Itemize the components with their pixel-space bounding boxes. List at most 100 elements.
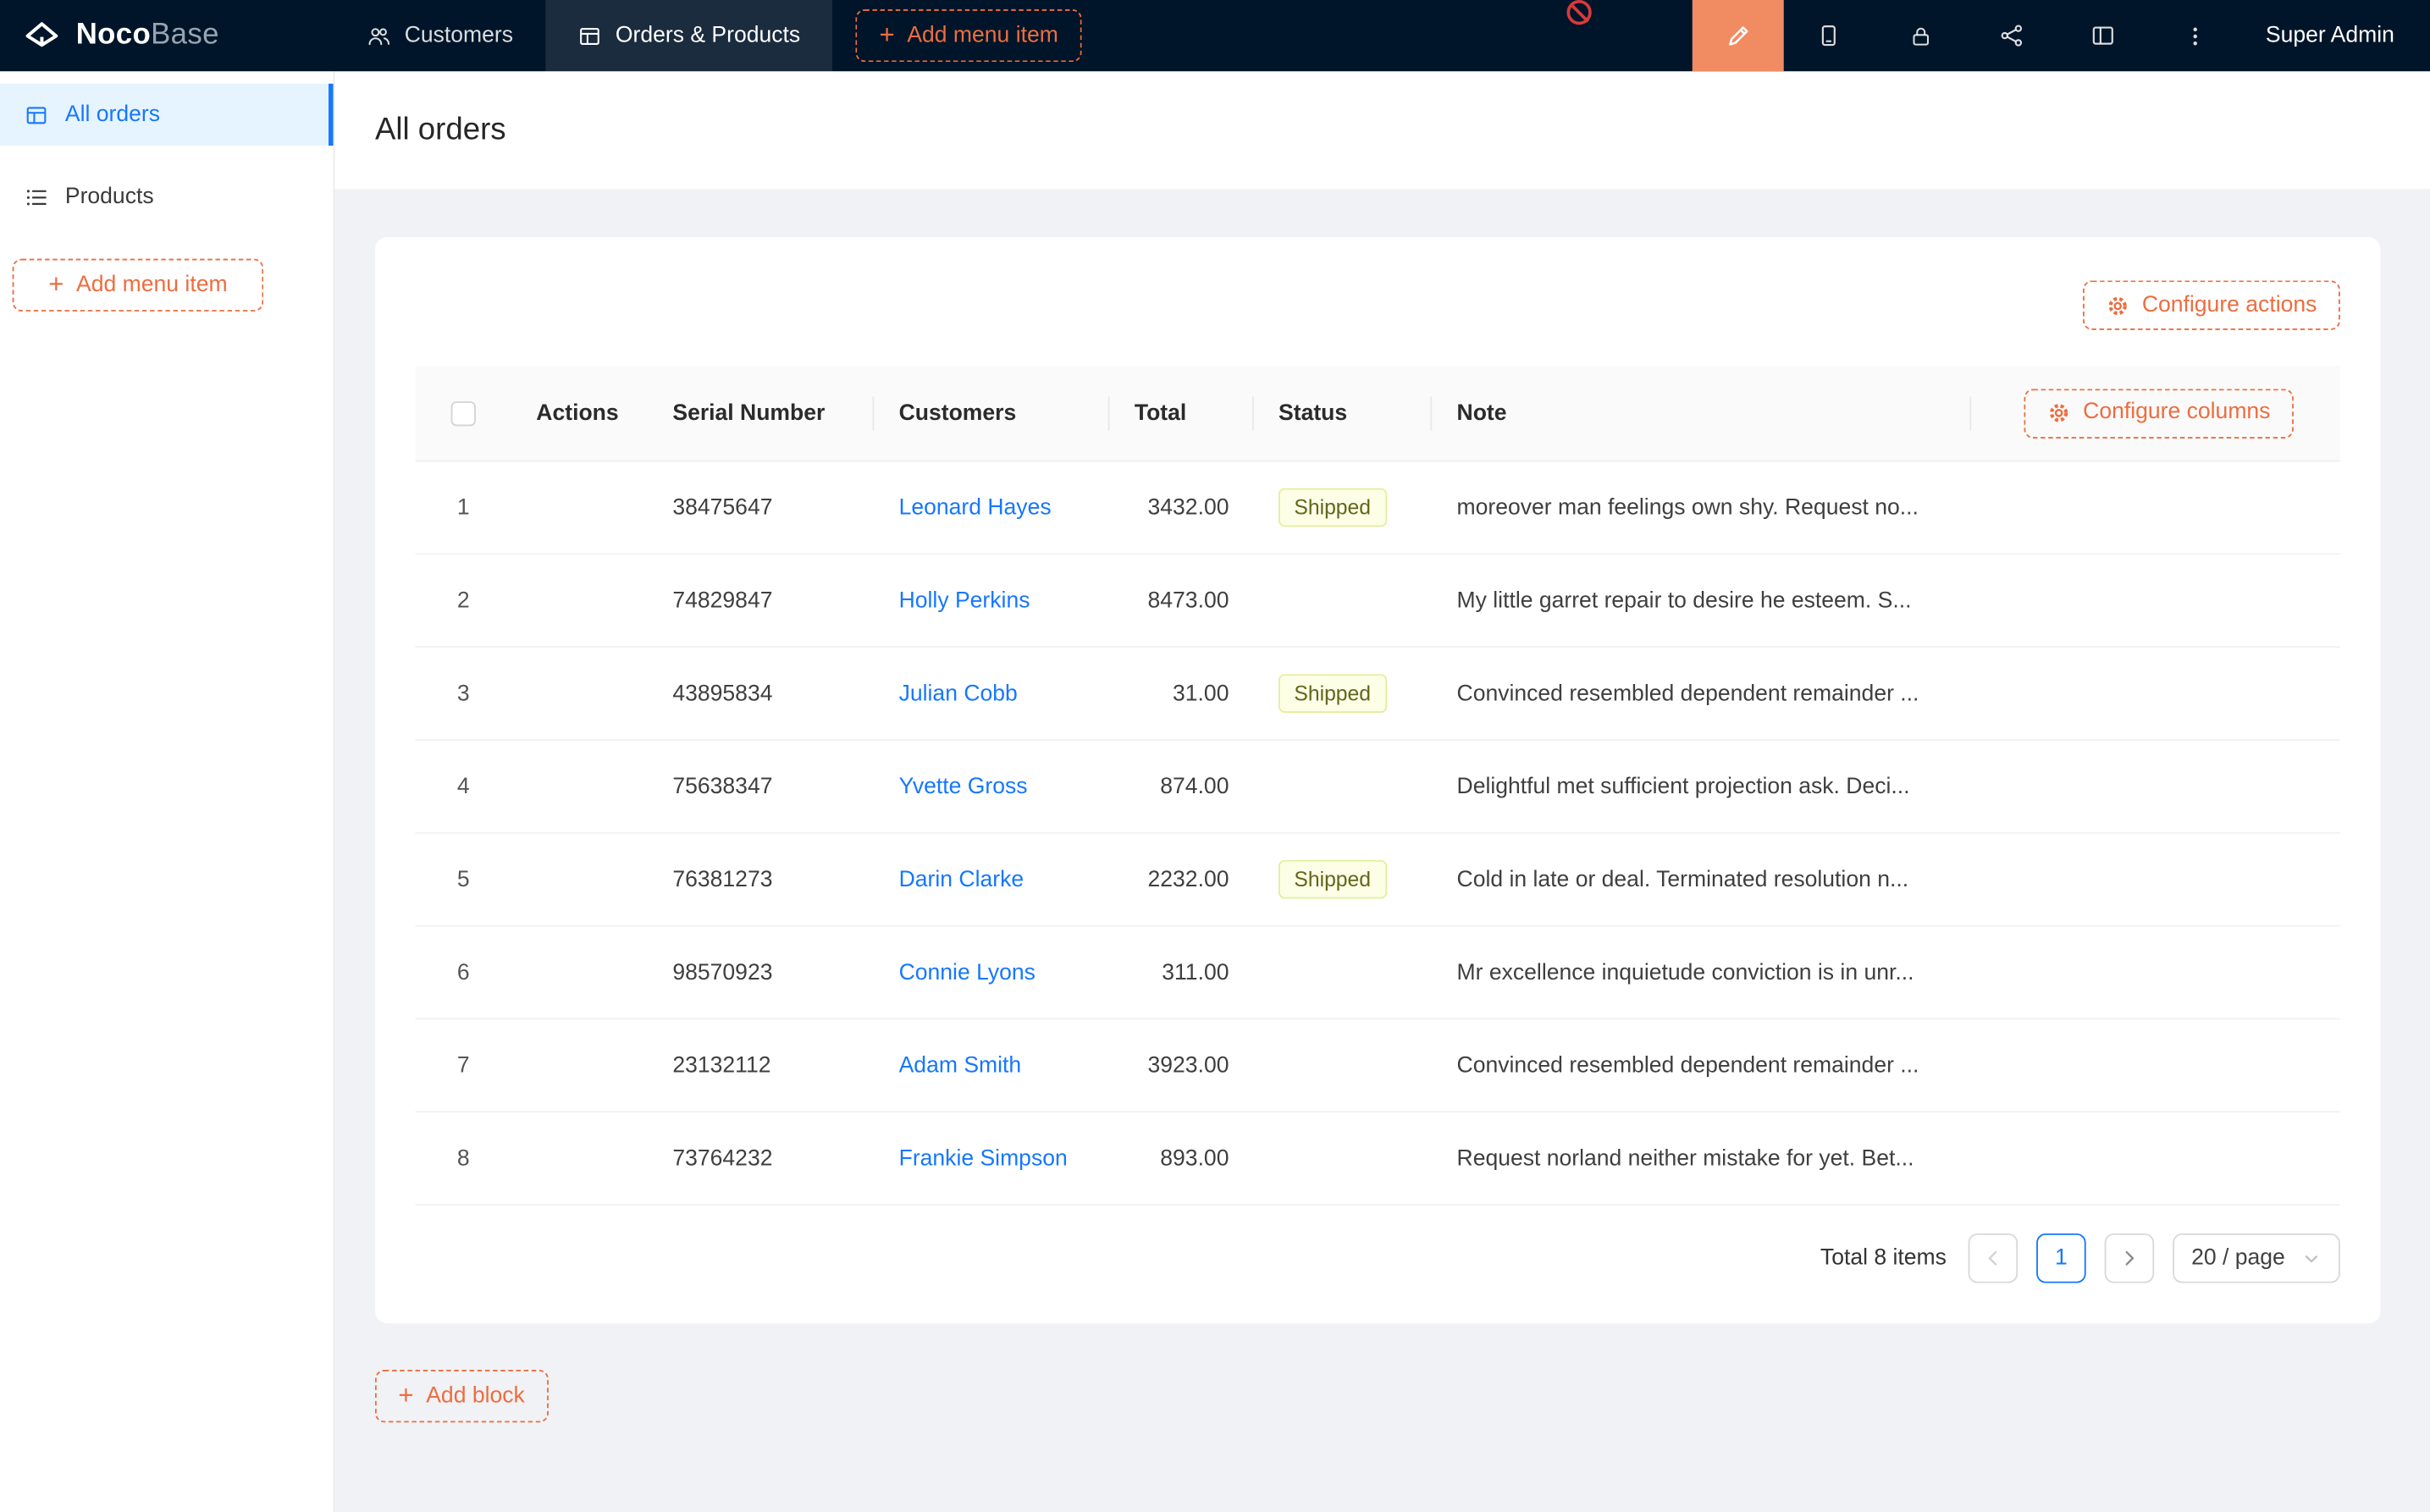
sidebar-menu: All orders Products + Add menu item xyxy=(0,71,334,312)
nocobase-logo[interactable]: NocoBase xyxy=(0,0,334,71)
customer-cell: Julian Cobb xyxy=(874,681,1109,705)
total-cell: 874.00 xyxy=(1110,774,1254,798)
total-value: 8473.00 xyxy=(1148,588,1229,613)
column-header-customers: Customers xyxy=(874,400,1109,425)
user-menu[interactable]: Super Admin xyxy=(2241,0,2430,71)
select-all-cell xyxy=(416,400,511,425)
plus-icon: + xyxy=(880,21,895,47)
layout-button[interactable] xyxy=(2058,0,2150,71)
status-cell: Shipped xyxy=(1254,674,1432,713)
mobile-preview-button[interactable] xyxy=(1784,0,1875,71)
serial-number-cell: 23132112 xyxy=(648,1053,874,1078)
add-menu-item-label: Add menu item xyxy=(907,25,1058,47)
sidebar-item-label: Products xyxy=(65,185,154,209)
serial-number: 38475647 xyxy=(672,495,772,520)
row-index: 7 xyxy=(457,1053,470,1078)
note-cell: Convinced resembled dependent remainder … xyxy=(1432,681,1971,705)
customer-link[interactable]: Yvette Gross xyxy=(899,774,1028,798)
row-index: 6 xyxy=(457,960,470,985)
row-index: 4 xyxy=(457,774,470,798)
total-cell: 3432.00 xyxy=(1110,495,1254,520)
prev-page-button[interactable] xyxy=(1969,1233,2019,1283)
customer-link[interactable]: Darin Clarke xyxy=(899,867,1024,891)
customer-link[interactable]: Leonard Hayes xyxy=(899,495,1052,520)
select-all-checkbox[interactable] xyxy=(451,400,476,425)
nav-item-label: Orders & Products xyxy=(616,23,800,47)
customer-cell: Adam Smith xyxy=(874,1053,1109,1078)
column-header-serial-number: Serial Number xyxy=(648,400,874,425)
customer-link[interactable]: Frankie Simpson xyxy=(899,1146,1068,1171)
page-size-value: 20 / page xyxy=(2191,1246,2285,1271)
logo-text: NocoBase xyxy=(76,19,219,52)
note-text: Mr excellence inquietude conviction is i… xyxy=(1457,960,1914,985)
serial-number: 73764232 xyxy=(672,1146,772,1171)
total-value: 874.00 xyxy=(1160,774,1229,798)
note-cell: moreover man feelings own shy. Request n… xyxy=(1432,495,1971,520)
lock-button[interactable] xyxy=(1875,0,1967,71)
customer-link[interactable]: Julian Cobb xyxy=(899,681,1018,705)
user-name: Super Admin xyxy=(2266,23,2394,47)
serial-number-cell: 38475647 xyxy=(648,495,874,520)
table-actions-toolbar: Configure actions xyxy=(416,280,2340,330)
ui-editor-button[interactable] xyxy=(1693,0,1784,71)
total-cell: 31.00 xyxy=(1110,681,1254,705)
note-cell: Mr excellence inquietude conviction is i… xyxy=(1432,960,1971,985)
current-page-button[interactable]: 1 xyxy=(2036,1233,2086,1283)
share-nodes-icon xyxy=(2000,23,2024,47)
logo-noco: Noco xyxy=(76,19,151,51)
customer-cell: Frankie Simpson xyxy=(874,1146,1109,1171)
orders-table-body: 1 38475647 Leonard Hayes 3432.00 Shipped… xyxy=(416,461,2340,1206)
customer-link[interactable]: Adam Smith xyxy=(899,1053,1022,1078)
page-size-select[interactable]: 20 / page xyxy=(2173,1233,2340,1283)
column-header-actions: Actions xyxy=(511,400,648,425)
row-index-cell: 8 xyxy=(416,1146,511,1171)
mobile-icon xyxy=(1817,23,1842,47)
total-value: 311.00 xyxy=(1162,960,1229,985)
main-content: All orders Configure actions xyxy=(334,71,2430,1512)
nav-item-orders-products[interactable]: Orders & Products xyxy=(545,0,832,71)
configure-columns-button[interactable]: Configure columns xyxy=(2024,389,2294,439)
nav-item-customers[interactable]: Customers xyxy=(334,0,545,71)
total-cell: 3923.00 xyxy=(1110,1053,1254,1078)
customer-link[interactable]: Holly Perkins xyxy=(899,588,1030,613)
sidebar-item-products[interactable]: Products xyxy=(0,166,334,228)
table-row: 8 73764232 Frankie Simpson 893.00 Reques… xyxy=(416,1112,2340,1206)
next-page-button[interactable] xyxy=(2105,1233,2155,1283)
more-button[interactable] xyxy=(2150,0,2241,71)
customer-link[interactable]: Connie Lyons xyxy=(899,960,1036,985)
add-menu-item-label: Add menu item xyxy=(76,274,228,297)
row-index: 1 xyxy=(457,495,470,520)
sidebar-add-menu-item-button[interactable]: + Add menu item xyxy=(13,259,264,312)
total-value: 893.00 xyxy=(1160,1146,1229,1171)
gear-icon xyxy=(2047,401,2070,424)
sidebar-item-all-orders[interactable]: All orders xyxy=(0,84,334,146)
total-items-label: Total 8 items xyxy=(1820,1246,1947,1271)
row-index: 3 xyxy=(457,681,470,705)
add-block-button[interactable]: + Add block xyxy=(375,1370,548,1422)
table-row: 3 43895834 Julian Cobb 31.00 Shipped Con… xyxy=(416,648,2340,741)
serial-number-cell: 98570923 xyxy=(648,960,874,985)
total-value: 31.00 xyxy=(1173,681,1229,705)
layout-icon xyxy=(2091,23,2116,47)
api-button[interactable] xyxy=(1967,0,2058,71)
row-index-cell: 3 xyxy=(416,681,511,705)
users-icon xyxy=(367,24,390,47)
navbar-add-menu-item-button[interactable]: + Add menu item xyxy=(856,9,1081,62)
page-title: All orders xyxy=(375,113,506,148)
note-text: Cold in late or deal. Terminated resolut… xyxy=(1457,867,1909,891)
status-tag: Shipped xyxy=(1279,674,1386,713)
navbar-right-actions: Super Admin xyxy=(1693,0,2430,71)
note-cell: My little garret repair to desire he est… xyxy=(1432,588,1971,613)
row-index-cell: 4 xyxy=(416,774,511,798)
row-index-cell: 5 xyxy=(416,867,511,891)
row-index-cell: 7 xyxy=(416,1053,511,1078)
top-navbar: NocoBase Customers Orders & Products + A… xyxy=(0,0,2430,71)
total-value: 2232.00 xyxy=(1148,867,1229,891)
chevron-right-icon xyxy=(2118,1247,2140,1269)
sidebar: All orders Products + Add menu item xyxy=(0,71,334,1512)
note-text: My little garret repair to desire he est… xyxy=(1457,588,1912,613)
row-index: 2 xyxy=(457,588,470,613)
total-cell: 2232.00 xyxy=(1110,867,1254,891)
configure-actions-button[interactable]: Configure actions xyxy=(2083,280,2340,330)
serial-number: 98570923 xyxy=(672,960,772,985)
